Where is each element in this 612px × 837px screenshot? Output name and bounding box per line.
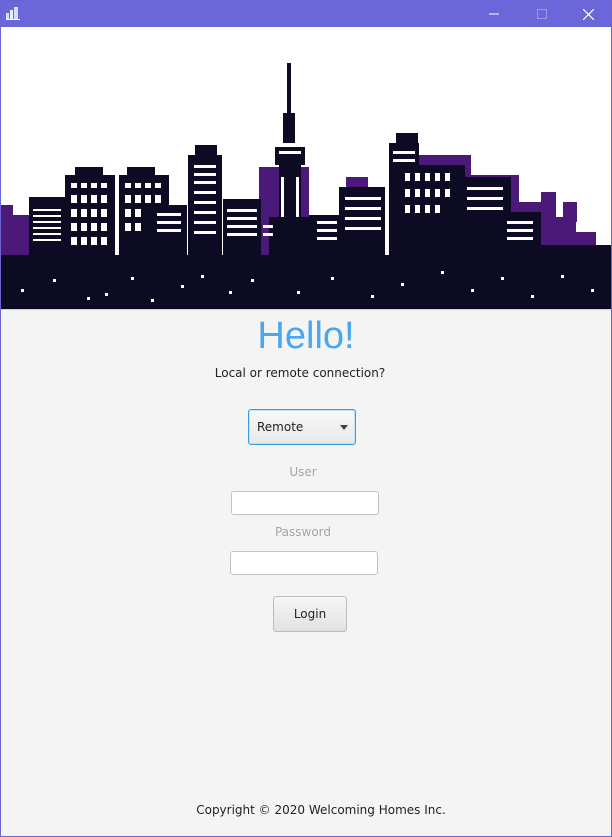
- skyline-illustration: [1, 63, 611, 309]
- greeting-heading: Hello!: [257, 315, 355, 357]
- user-field[interactable]: [231, 491, 379, 515]
- connection-type-select[interactable]: Remote: [248, 409, 356, 445]
- user-label: User: [289, 465, 317, 479]
- minimize-icon: [489, 13, 499, 15]
- close-button[interactable]: [565, 1, 611, 27]
- copyright-footer: Copyright © 2020 Welcoming Homes Inc.: [196, 803, 446, 817]
- password-field[interactable]: [230, 551, 378, 575]
- password-label: Password: [274, 525, 332, 539]
- connection-type-value: Remote: [257, 420, 304, 434]
- chevron-down-icon: [340, 425, 348, 430]
- title-bar[interactable]: [1, 1, 611, 27]
- app-window: Hello! Local or remote connection? Remot…: [0, 0, 612, 837]
- minimize-button[interactable]: [471, 1, 517, 27]
- login-button[interactable]: Login: [273, 596, 347, 632]
- maximize-icon: [537, 9, 547, 19]
- connection-prompt: Local or remote connection?: [214, 366, 386, 380]
- close-icon: [582, 8, 594, 20]
- maximize-button[interactable]: [519, 1, 565, 27]
- city-buildings-icon: [5, 5, 21, 21]
- city-skyline-banner: [1, 27, 611, 310]
